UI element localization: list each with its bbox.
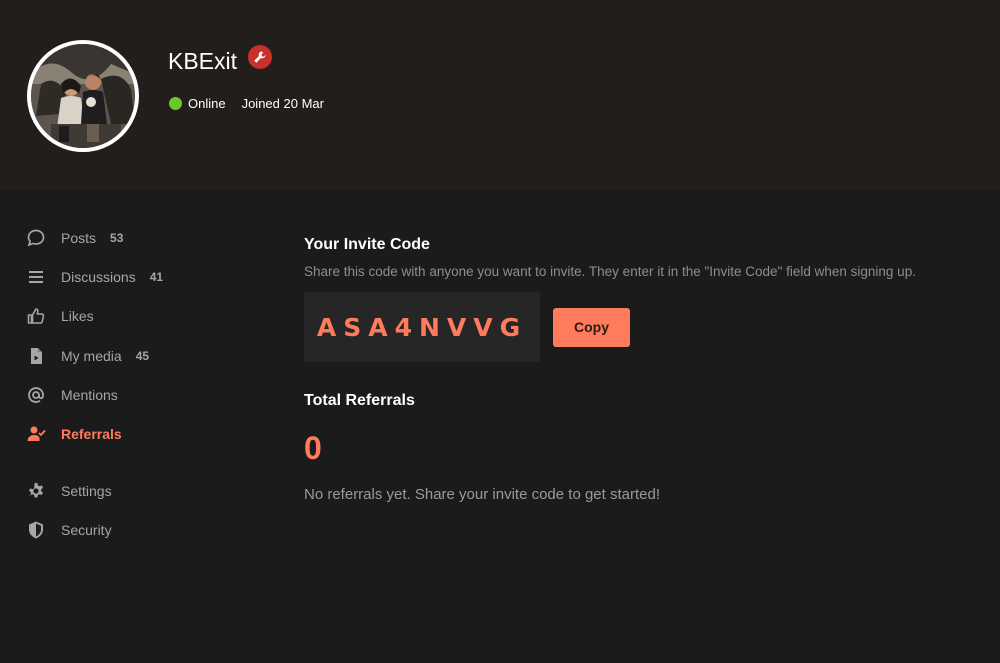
online-status-dot xyxy=(169,96,182,110)
sidebar-item-posts[interactable]: Posts 53 xyxy=(26,226,206,250)
copy-button[interactable]: Copy xyxy=(553,307,630,347)
username: KBExit xyxy=(168,48,238,74)
list-icon xyxy=(26,267,46,287)
at-sign-icon xyxy=(26,385,46,405)
joined-date: Joined 20 Mar xyxy=(241,95,324,111)
speech-bubble-icon xyxy=(26,228,46,248)
sidebar-item-security[interactable]: Security xyxy=(26,518,206,542)
referrals-panel: Your Invite Code Share this code with an… xyxy=(304,236,984,503)
sidebar-item-settings[interactable]: Settings xyxy=(26,479,206,503)
avatar[interactable] xyxy=(27,40,139,152)
sidebar-item-count: 45 xyxy=(135,349,150,363)
thumbs-up-icon xyxy=(26,306,46,326)
sidebar-item-label: My media xyxy=(61,348,122,364)
sidebar-item-mentions[interactable]: Mentions xyxy=(26,383,206,407)
sidebar-item-label: Settings xyxy=(61,483,112,499)
shield-icon xyxy=(26,520,46,540)
online-status: Online xyxy=(188,95,226,111)
sidebar-item-count: 41 xyxy=(149,270,164,284)
avatar-photo xyxy=(31,44,135,148)
referrals-empty-message: No referrals yet. Share your invite code… xyxy=(304,486,661,503)
invite-code-title: Your Invite Code xyxy=(304,236,430,253)
user-check-icon xyxy=(26,424,46,444)
gear-icon xyxy=(26,481,46,501)
sidebar-item-label: Security xyxy=(61,522,112,538)
total-referrals-title: Total Referrals xyxy=(304,392,415,409)
wrench-icon xyxy=(248,45,272,69)
profile-header: KBExit Online Joined 20 Mar xyxy=(0,0,1000,190)
sidebar-item-label: Likes xyxy=(61,308,94,324)
sidebar-item-my-media[interactable]: My media 45 xyxy=(26,344,206,368)
profile-meta: Online Joined 20 Mar xyxy=(169,94,324,112)
sidebar-item-count: 53 xyxy=(110,231,124,245)
invite-code-row: ASA4NVVG Copy xyxy=(304,292,630,362)
sidebar-item-label: Posts xyxy=(61,230,97,246)
invite-code-value[interactable]: ASA4NVVG xyxy=(304,292,540,362)
total-referrals-count: 0 xyxy=(304,430,322,466)
sidebar-item-discussions[interactable]: Discussions 41 xyxy=(26,265,206,289)
sidebar-item-label: Mentions xyxy=(61,387,118,403)
sidebar-item-label: Discussions xyxy=(61,269,136,285)
sidebar-item-referrals[interactable]: Referrals xyxy=(26,422,206,446)
sidebar-item-likes[interactable]: Likes xyxy=(26,304,206,328)
media-file-icon xyxy=(26,346,46,366)
sidebar-item-label: Referrals xyxy=(61,426,122,442)
invite-code-description: Share this code with anyone you want to … xyxy=(304,264,916,279)
